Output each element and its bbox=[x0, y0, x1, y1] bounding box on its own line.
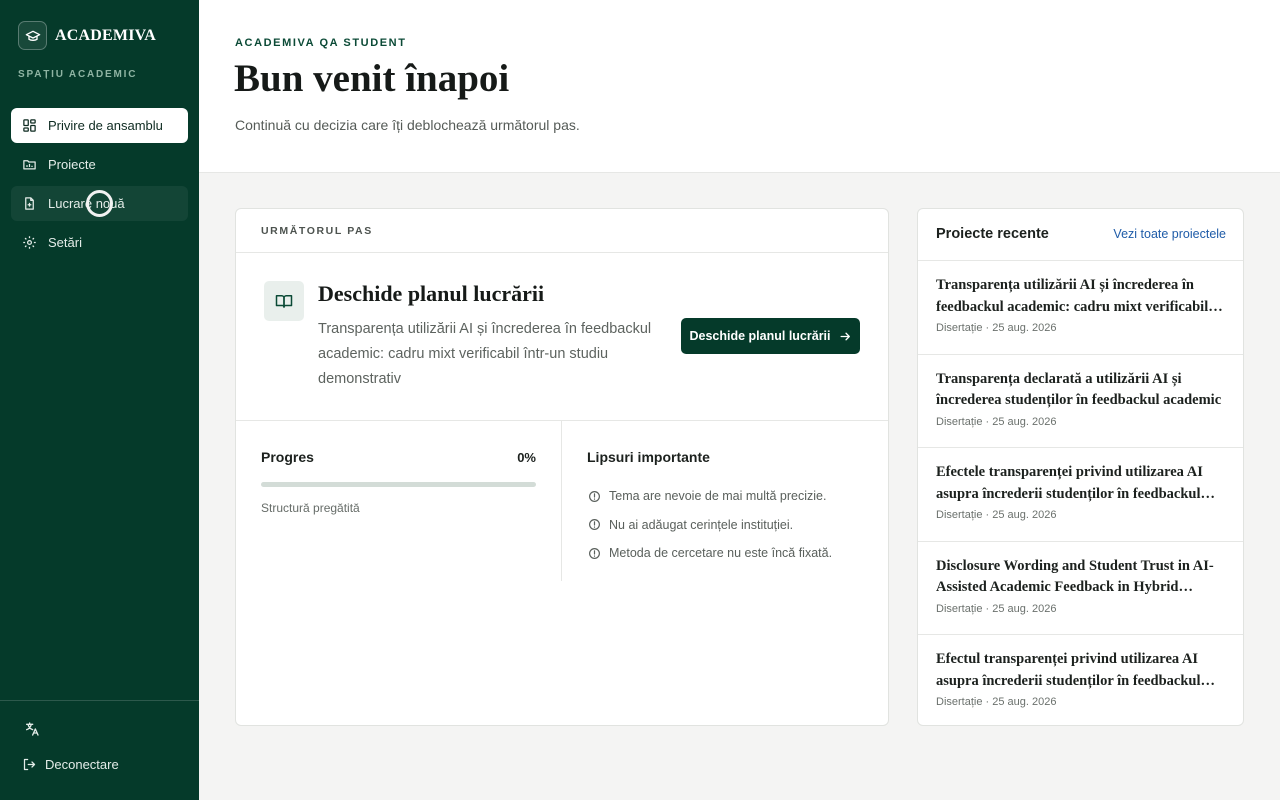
project-title: Efectele transparenței privind utilizare… bbox=[936, 464, 1203, 502]
gaps-title: Lipsuri importante bbox=[587, 449, 710, 465]
recent-projects-list: Transparența utilizării AI și încrederea… bbox=[918, 261, 1243, 725]
open-plan-button[interactable]: Deschide planul lucrării bbox=[681, 318, 860, 354]
brand-name: ACADEMIVA bbox=[55, 26, 157, 44]
graduation-cap-icon bbox=[18, 21, 47, 50]
next-step-title: Deschide planul lucrării bbox=[318, 281, 545, 306]
sidebar-item-label: Setări bbox=[48, 235, 82, 250]
project-title: Efectul transparenței privind utilizarea… bbox=[936, 651, 1201, 689]
project-meta: Disertație · 25 aug. 2026 bbox=[936, 696, 1057, 708]
gap-text: Metoda de cercetare nu este încă fixată. bbox=[609, 546, 833, 561]
stats-divider bbox=[236, 420, 888, 421]
file-plus-icon bbox=[22, 196, 37, 211]
next-step-description: Transparența utilizării AI și încrederea… bbox=[318, 321, 652, 387]
next-step-label: URMĂTORUL PAS bbox=[236, 209, 888, 253]
list-item[interactable]: Transparența declarată a utilizării AI ș… bbox=[918, 355, 1243, 448]
list-item[interactable]: Efectele transparenței privind utilizare… bbox=[918, 448, 1243, 542]
gear-icon bbox=[22, 235, 37, 250]
list-item[interactable]: Efectul transparenței privind utilizarea… bbox=[918, 635, 1243, 725]
sidebar-item-projects[interactable]: Proiecte bbox=[11, 147, 188, 182]
gap-text: Nu ai adăugat cerințele instituției. bbox=[609, 517, 794, 532]
sidebar-item-overview[interactable]: Privire de ansamblu bbox=[11, 108, 188, 143]
progress-value: 0% bbox=[517, 450, 536, 465]
open-plan-label: Deschide planul lucrării bbox=[689, 329, 831, 343]
page-title: Bun venit înapoi bbox=[234, 57, 510, 100]
brand[interactable]: ACADEMIVA bbox=[18, 21, 156, 50]
list-item: Nu ai adăugat cerințele instituției. bbox=[587, 511, 877, 540]
project-meta: Disertație · 25 aug. 2026 bbox=[936, 602, 1057, 615]
sidebar: ACADEMIVA SPAȚIU ACADEMIC Privire de ans… bbox=[0, 0, 199, 800]
recent-projects-header: Proiecte recente Vezi toate proiectele bbox=[918, 209, 1243, 261]
progress-caption: Structură pregătită bbox=[261, 501, 360, 515]
page-subtitle: Continuă cu decizia care îți deblochează… bbox=[235, 117, 580, 133]
logout-button[interactable]: Deconectare bbox=[22, 757, 119, 772]
recent-projects-card: Proiecte recente Vezi toate proiectele T… bbox=[917, 208, 1244, 726]
logout-icon bbox=[22, 757, 37, 772]
user-eyebrow: ACADEMIVA QA STUDENT bbox=[235, 37, 407, 49]
stats-vertical-divider bbox=[561, 421, 562, 581]
grid-icon bbox=[22, 118, 37, 133]
next-step-card: URMĂTORUL PAS Deschide planul lucrării T… bbox=[235, 208, 889, 726]
list-item[interactable]: Transparența utilizării AI și încrederea… bbox=[918, 261, 1243, 355]
project-title: Transparența utilizării AI și încrederea… bbox=[936, 277, 1209, 315]
progress-bar bbox=[261, 482, 536, 487]
logout-label: Deconectare bbox=[45, 757, 119, 772]
project-meta: Disertație · 25 aug. 2026 bbox=[936, 322, 1057, 334]
page-header: ACADEMIVA QA STUDENT Bun venit înapoi Co… bbox=[199, 0, 1280, 173]
view-all-projects-link[interactable]: Vezi toate proiectele bbox=[1113, 227, 1226, 241]
sidebar-nav: Privire de ansamblu Proiecte Lucrare nou… bbox=[11, 108, 188, 264]
project-meta: Disertație · 25 aug. 2026 bbox=[936, 509, 1057, 521]
translate-icon[interactable] bbox=[22, 719, 42, 739]
alert-circle-icon bbox=[587, 546, 601, 560]
sidebar-item-label: Lucrare nouă bbox=[48, 196, 125, 211]
sidebar-item-settings[interactable]: Setări bbox=[11, 225, 188, 260]
alert-circle-icon bbox=[587, 518, 601, 532]
project-title: Transparența declarată a utilizării AI ș… bbox=[936, 370, 1222, 409]
progress-label: Progres bbox=[261, 449, 314, 465]
project-meta: Disertație · 25 aug. 2026 bbox=[936, 415, 1057, 428]
project-title: Disclosure Wording and Student Trust in … bbox=[936, 557, 1214, 596]
book-icon bbox=[264, 281, 304, 321]
folder-icon bbox=[22, 157, 37, 172]
sidebar-item-new-paper[interactable]: Lucrare nouă bbox=[11, 186, 188, 221]
sidebar-item-label: Privire de ansamblu bbox=[48, 118, 163, 133]
gap-list: Tema are nevoie de mai multă precizie. N… bbox=[587, 482, 877, 568]
sidebar-item-label: Proiecte bbox=[48, 157, 96, 172]
sidebar-divider bbox=[0, 700, 199, 701]
list-item: Tema are nevoie de mai multă precizie. bbox=[587, 482, 877, 511]
section-label: SPAȚIU ACADEMIC bbox=[18, 69, 138, 80]
list-item: Metoda de cercetare nu este încă fixată. bbox=[587, 539, 877, 568]
gap-text: Tema are nevoie de mai multă precizie. bbox=[609, 489, 827, 504]
list-item[interactable]: Disclosure Wording and Student Trust in … bbox=[918, 542, 1243, 635]
arrow-right-icon bbox=[839, 330, 852, 343]
recent-projects-title: Proiecte recente bbox=[936, 226, 1049, 242]
alert-circle-icon bbox=[587, 489, 601, 503]
